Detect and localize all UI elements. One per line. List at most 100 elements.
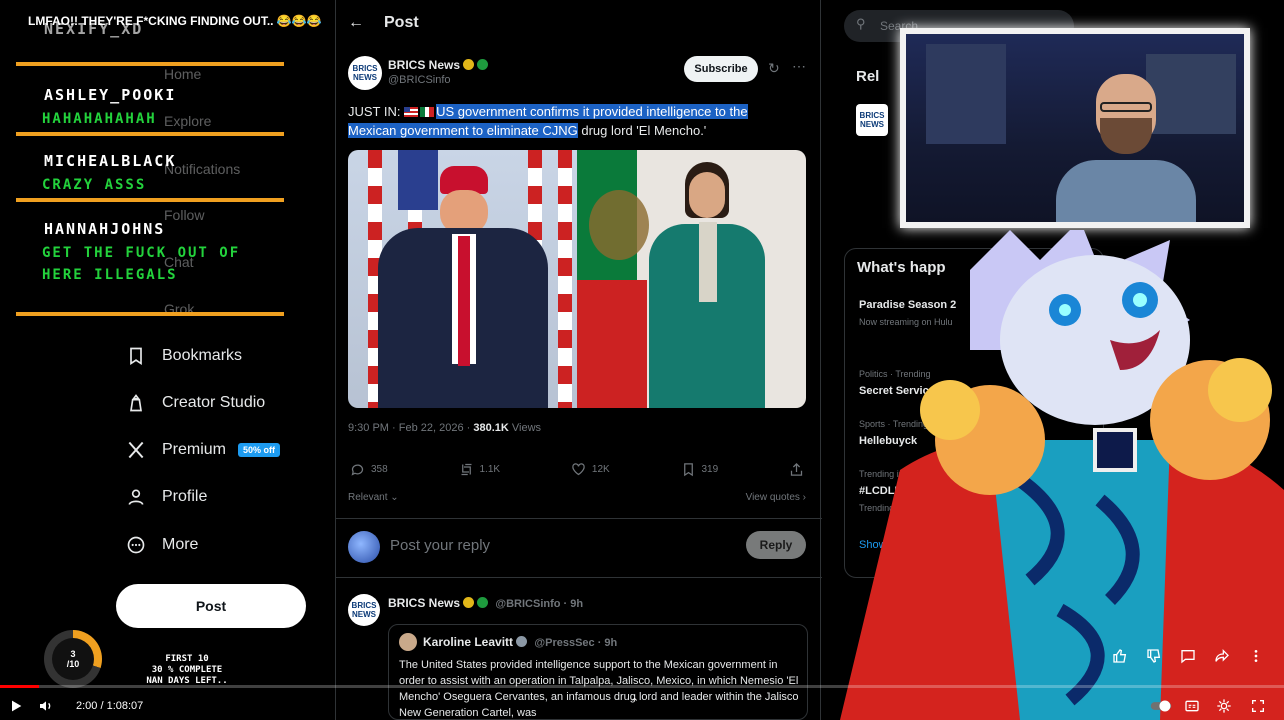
post-detail-column: ← Post BRICS NEWS BRICS News @BRICSinfo S… <box>335 0 822 720</box>
person-icon <box>128 489 144 505</box>
x-logo-icon <box>128 441 144 459</box>
volume-button[interactable] <box>38 698 54 717</box>
beard <box>1100 118 1152 154</box>
verified-badge-icon <box>463 59 475 70</box>
repost-action[interactable]: 1.1K <box>459 462 501 477</box>
view-count: 380.1K <box>473 422 509 434</box>
time-display: 2:00 / 1:08:07 <box>76 700 144 712</box>
author-name-text: BRICS News <box>388 596 461 610</box>
comment-icon <box>1181 650 1195 664</box>
back-arrow-icon[interactable]: ← <box>348 14 364 32</box>
scarf <box>699 222 717 302</box>
author-handle[interactable]: @BRICSinfo <box>388 74 451 86</box>
sidebar-item-profile[interactable]: Profile <box>126 487 207 507</box>
goal-progress-ring: 3 /10 <box>44 630 102 688</box>
captions-button[interactable] <box>1184 698 1200 717</box>
views-label: Views <box>508 422 542 434</box>
post-text-suffix: drug lord 'El Mencho.' <box>577 123 707 138</box>
settings-button[interactable] <box>1216 698 1232 717</box>
image-left-panel <box>348 150 577 408</box>
us-flag-stripe <box>558 150 572 408</box>
post-button[interactable]: Post <box>116 584 306 628</box>
sidebar-item-more[interactable]: More <box>126 535 198 555</box>
comments-button[interactable] <box>1178 646 1198 666</box>
chevron-up-icon[interactable]: ⌃ <box>630 696 639 709</box>
repost-count: 1.1K <box>479 464 501 475</box>
like-action[interactable]: 12K <box>571 462 610 477</box>
video-progress-fill <box>0 685 39 688</box>
sidebar-item-bookmarks[interactable]: Bookmarks <box>126 346 242 366</box>
more-button[interactable] <box>1246 646 1266 666</box>
subscribe-button[interactable]: Subscribe <box>684 56 758 82</box>
red-tie <box>458 236 470 366</box>
affiliate-badge-icon <box>477 597 489 608</box>
post-header: ← Post <box>348 14 419 32</box>
bookmark-icon <box>683 463 693 477</box>
chat-username: MICHEALBLACK <box>44 152 177 170</box>
premium-discount-badge: 50% off <box>238 443 281 457</box>
sort-relevant-dropdown[interactable]: Relevant ⌄ <box>348 492 399 503</box>
goal-total: /10 <box>66 659 80 669</box>
sidebar-item-label: Bookmarks <box>162 347 243 364</box>
stream-chat-overlay: NEXIFY_XD LMFAO!! THEY'RE F*CKING FINDIN… <box>0 0 340 330</box>
mexico-flag-red <box>577 280 647 408</box>
view-quotes-link[interactable]: View quotes › <box>746 492 806 503</box>
chat-separator <box>16 62 284 66</box>
goal-text: FIRST 10 30 % COMPLETE NAN DAYS LEFT.. <box>132 654 242 687</box>
autoplay-toggle[interactable] <box>1150 698 1172 717</box>
second-post-handle: @BRICSinfo · 9h <box>495 598 584 610</box>
more-options-icon[interactable]: ⋯ <box>792 58 806 75</box>
more-circle-icon <box>127 536 145 554</box>
post-text-prefix: JUST IN: <box>348 104 405 119</box>
verified-badge-icon <box>463 597 475 608</box>
relevant-person-avatar[interactable]: BRICS NEWS <box>856 104 888 136</box>
page-title: Post <box>384 14 419 31</box>
thumbs-up-icon <box>1113 649 1127 663</box>
quote-handle: @PressSec · 9h <box>534 637 618 649</box>
more-vertical-icon <box>1254 650 1258 662</box>
reply-icon <box>351 464 364 476</box>
reply-button[interactable]: Reply <box>746 531 806 559</box>
author-avatar[interactable]: BRICS NEWS <box>348 594 380 626</box>
post-meta: 9:30 PM · Feb 22, 2026 · 380.1K Views <box>348 422 541 434</box>
like-button[interactable] <box>1110 646 1130 666</box>
heart-icon <box>572 463 585 476</box>
grok-icon[interactable]: ↻ <box>768 60 780 77</box>
reply-input[interactable]: Post your reply <box>390 537 490 554</box>
share-button[interactable] <box>1212 646 1232 666</box>
reply-action[interactable]: 358 <box>350 462 388 477</box>
quote-author: Karoline Leavitt @PressSec · 9h <box>423 635 617 649</box>
eagle-emblem <box>589 190 649 260</box>
sidebar-item-creator-studio[interactable]: Creator Studio <box>126 393 265 413</box>
sidebar-item-label: Profile <box>162 488 208 505</box>
us-flag-icon <box>404 107 419 117</box>
dislike-button[interactable] <box>1144 646 1164 666</box>
bookmark-count: 319 <box>701 464 719 475</box>
sidebar-item-premium[interactable]: Premium 50% off <box>126 440 281 460</box>
second-post-author[interactable]: BRICS News @BRICSinfo · 9h <box>388 596 583 610</box>
video-progress-bar[interactable] <box>0 685 1284 688</box>
sidebar-item-label: Creator Studio <box>162 394 266 411</box>
sidebar-item-label: More <box>162 536 199 553</box>
author-name[interactable]: BRICS News <box>388 58 489 72</box>
search-icon: ⚲ <box>856 16 866 31</box>
glasses <box>1100 102 1152 112</box>
fullscreen-button[interactable] <box>1250 698 1266 717</box>
quote-author-name: Karoline Leavitt <box>423 635 514 649</box>
share-icon <box>790 462 803 476</box>
share-action[interactable] <box>789 462 804 477</box>
shirt <box>1056 160 1196 222</box>
streamer <box>1056 74 1196 222</box>
quote-author-avatar <box>399 633 417 651</box>
bookmark-action[interactable]: 319 <box>681 462 719 477</box>
author-avatar[interactable]: BRICS NEWS <box>348 56 382 90</box>
post-image[interactable] <box>348 150 806 408</box>
video-action-buttons <box>1110 646 1266 666</box>
post-timestamp[interactable]: 9:30 PM · Feb 22, 2026 · <box>348 422 473 434</box>
post-action-bar: 358 1.1K 12K 319 <box>350 462 804 477</box>
stream-goal-widget: 3 /10 FIRST 10 30 % COMPLETE NAN DAYS LE… <box>30 630 260 690</box>
chat-separator <box>16 312 284 316</box>
post-text: JUST IN: US government confirms it provi… <box>348 102 788 140</box>
play-button[interactable] <box>8 698 24 717</box>
like-count: 12K <box>591 464 610 475</box>
